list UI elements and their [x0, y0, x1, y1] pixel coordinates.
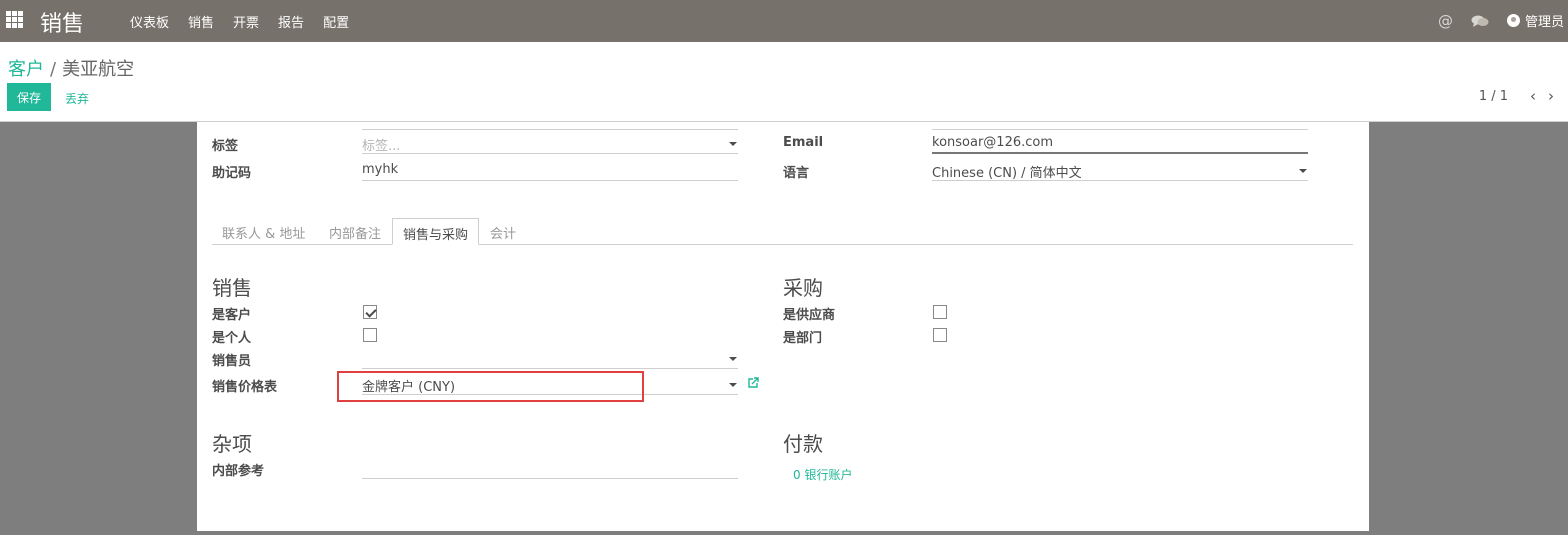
- internal-ref-field[interactable]: [362, 457, 738, 479]
- app-name: 销售: [40, 12, 85, 37]
- purchase-section-title: 采购: [783, 276, 823, 300]
- pager-prev-icon[interactable]: ‹: [1530, 87, 1536, 105]
- chevron-down-icon[interactable]: [729, 383, 737, 387]
- notebook-tabs: 联系人 & 地址 内部备注 销售与采购 会计: [212, 218, 1353, 245]
- tab-accounting[interactable]: 会计: [490, 223, 516, 242]
- bank-accounts-button[interactable]: 0 银行账户: [793, 466, 852, 483]
- breadcrumb-customers-link[interactable]: 客户: [8, 59, 44, 80]
- tab-internal-notes[interactable]: 内部备注: [329, 223, 381, 242]
- tab-sales-purchases[interactable]: 销售与采购: [392, 218, 480, 245]
- pager-value[interactable]: 1 / 1: [1479, 89, 1508, 104]
- is-department-label: 是部门: [783, 331, 823, 346]
- website-field-clipped[interactable]: [362, 108, 738, 130]
- language-select[interactable]: Chinese (CN) / 简体中文: [932, 159, 1308, 181]
- tags-label: 标签: [212, 139, 239, 154]
- pricelist-label: 销售价格表: [212, 380, 278, 395]
- tags-field[interactable]: 标签...: [362, 132, 738, 154]
- menu-item-configuration[interactable]: 配置: [323, 12, 349, 31]
- at-icon[interactable]: @: [1438, 12, 1453, 30]
- breadcrumb: 客户 / 美亚航空: [8, 55, 134, 81]
- user-menu[interactable]: 管理员: [1506, 11, 1564, 30]
- email-label: Email: [783, 135, 824, 150]
- is-department-checkbox[interactable]: [933, 328, 947, 342]
- pager: 1 / 1 ‹ ›: [1479, 87, 1560, 105]
- chat-icon[interactable]: [1471, 14, 1489, 28]
- menu-item-sales[interactable]: 销售: [188, 12, 214, 31]
- salesperson-select[interactable]: [362, 347, 738, 369]
- menu-item-invoicing[interactable]: 开票: [233, 12, 259, 31]
- is-vendor-checkbox[interactable]: [933, 305, 947, 319]
- is-vendor-label: 是供应商: [783, 308, 836, 323]
- menu-item-dashboard[interactable]: 仪表板: [130, 12, 169, 31]
- control-panel: 客户 / 美亚航空 保存 丢弃 1 / 1 ‹ ›: [0, 42, 1568, 122]
- email-field[interactable]: konsoar@126.com: [932, 132, 1308, 154]
- breadcrumb-current: 美亚航空: [62, 59, 135, 80]
- pricelist-highlight-box: [337, 371, 644, 402]
- external-link-icon[interactable]: [747, 376, 760, 389]
- misc-section-title: 杂项: [212, 432, 252, 456]
- discard-button[interactable]: 丢弃: [65, 90, 89, 107]
- mnemonic-field[interactable]: myhk: [362, 159, 738, 181]
- chevron-down-icon[interactable]: [1299, 169, 1307, 173]
- sales-section-title: 销售: [212, 276, 252, 300]
- internal-ref-label: 内部参考: [212, 464, 265, 479]
- pager-next-icon[interactable]: ›: [1548, 87, 1554, 105]
- save-button[interactable]: 保存: [7, 83, 51, 111]
- tab-contacts-addresses[interactable]: 联系人 & 地址: [222, 223, 305, 242]
- main-menu: 仪表板 销售 开票 报告 配置: [130, 12, 368, 31]
- payment-section-title: 付款: [783, 432, 823, 456]
- language-value: Chinese (CN) / 简体中文: [932, 166, 1082, 181]
- top-navbar: 销售 仪表板 销售 开票 报告 配置 @ 管理员: [0, 0, 1568, 42]
- user-name: 管理员: [1524, 15, 1564, 30]
- avatar: [1506, 14, 1520, 27]
- salesperson-label: 销售员: [212, 354, 252, 369]
- phone-field-clipped[interactable]: [932, 108, 1308, 130]
- tags-placeholder: 标签...: [362, 139, 401, 154]
- language-label: 语言: [783, 166, 810, 181]
- form-sheet: 标签 标签... 助记码 myhk Email konsoar@126.com …: [197, 122, 1369, 531]
- is-person-label: 是个人: [212, 331, 252, 346]
- is-customer-checkbox[interactable]: [363, 305, 377, 319]
- apps-grid-icon[interactable]: [6, 11, 24, 29]
- mnemonic-label: 助记码: [212, 166, 252, 181]
- chevron-down-icon[interactable]: [729, 357, 737, 361]
- breadcrumb-separator: /: [50, 59, 57, 80]
- menu-item-reports[interactable]: 报告: [278, 12, 304, 31]
- is-person-checkbox[interactable]: [363, 328, 377, 342]
- chevron-down-icon[interactable]: [729, 142, 737, 146]
- is-customer-label: 是客户: [212, 308, 252, 323]
